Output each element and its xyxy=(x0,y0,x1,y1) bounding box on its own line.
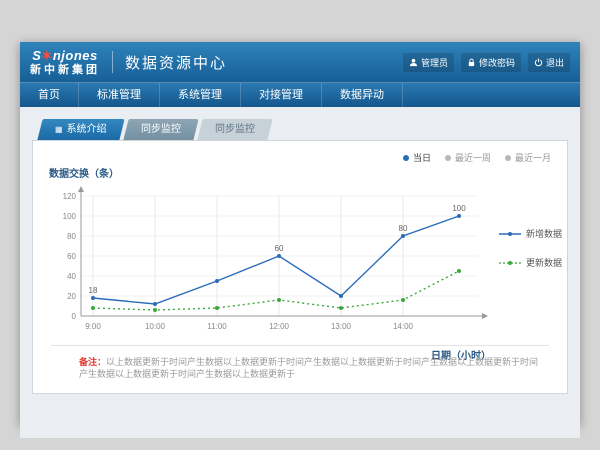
app-window: S✶njones 新中新集团 数据资源中心 管理员 修改密码 退出 首页 标准管… xyxy=(20,42,580,425)
svg-text:60: 60 xyxy=(67,252,76,261)
logo: S✶njones 新中新集团 xyxy=(30,49,100,76)
svg-text:18: 18 xyxy=(89,286,98,295)
svg-text:80: 80 xyxy=(399,224,408,233)
tab-system-intro[interactable]: ▦系统介绍 xyxy=(37,119,124,140)
series-legend: 新增数据 更新数据 xyxy=(499,227,562,362)
svg-text:0: 0 xyxy=(72,312,77,321)
line-chart: 9:00 10:00 11:00 12:00 13:00 14:00 0 20 40 60 80 10… xyxy=(47,184,493,344)
svg-text:80: 80 xyxy=(67,232,76,241)
chart-panel: 当日 最近一周 最近一月 数据交换（条） 9:00 10:00 11:00 12:00… xyxy=(32,140,568,394)
filter-last-week[interactable]: 最近一周 xyxy=(445,151,491,164)
svg-text:11:00: 11:00 xyxy=(207,322,227,331)
header: S✶njones 新中新集团 数据资源中心 管理员 修改密码 退出 xyxy=(20,42,580,82)
user-icon xyxy=(409,58,418,67)
nav-item-system-mgmt[interactable]: 系统管理 xyxy=(160,83,241,107)
last-month-dot-icon xyxy=(505,155,511,161)
main-nav: 首页 标准管理 系统管理 对接管理 数据异动 xyxy=(20,82,580,107)
svg-text:120: 120 xyxy=(63,192,77,201)
filter-today[interactable]: 当日 xyxy=(403,151,431,164)
tab-sync-monitor-2[interactable]: 同步监控 xyxy=(197,119,272,140)
admin-user-button[interactable]: 管理员 xyxy=(403,53,454,72)
footnote-label: 备注： xyxy=(79,357,106,367)
logo-wordmark: S✶njones xyxy=(30,49,100,62)
content-area: ▦系统介绍 同步监控 同步监控 当日 最近一周 最近一月 数据交换（条） 9:0… xyxy=(20,107,580,438)
admin-user-label: 管理员 xyxy=(421,56,448,69)
svg-text:13:00: 13:00 xyxy=(331,322,352,331)
header-divider xyxy=(112,51,113,73)
svg-text:100: 100 xyxy=(63,212,77,221)
page-title: 数据资源中心 xyxy=(125,52,227,73)
logout-label: 退出 xyxy=(546,56,564,69)
svg-text:9:00: 9:00 xyxy=(85,322,101,331)
svg-text:40: 40 xyxy=(67,272,76,281)
legend-new-data[interactable]: 新增数据 xyxy=(499,227,562,240)
y-axis-title: 数据交换（条） xyxy=(49,165,493,180)
last-week-dot-icon xyxy=(445,155,451,161)
footnote: 备注：以上数据更新于时间产生数据以上数据更新于时间产生数据以上数据更新于时间产生… xyxy=(51,345,549,381)
tab-sync-monitor-1[interactable]: 同步监控 xyxy=(123,119,198,140)
solid-line-icon xyxy=(499,230,521,238)
logo-star-icon: ✶ xyxy=(41,48,52,63)
nav-item-standard-mgmt[interactable]: 标准管理 xyxy=(79,83,160,107)
chart-area: 数据交换（条） 9:00 10:00 11:00 12:00 13:00 14:00 0 20… xyxy=(33,141,567,362)
svg-text:60: 60 xyxy=(275,244,284,253)
header-actions: 管理员 修改密码 退出 xyxy=(403,53,570,72)
legend-update-data[interactable]: 更新数据 xyxy=(499,256,562,269)
nav-item-connect-mgmt[interactable]: 对接管理 xyxy=(241,83,322,107)
tab-bar: ▦系统介绍 同步监控 同步监控 xyxy=(40,119,568,140)
svg-text:14:00: 14:00 xyxy=(393,322,414,331)
power-icon xyxy=(534,58,543,67)
grid-icon: ▦ xyxy=(55,125,63,134)
change-password-label: 修改密码 xyxy=(479,56,515,69)
svg-text:100: 100 xyxy=(452,204,466,213)
svg-text:10:00: 10:00 xyxy=(145,322,166,331)
lock-icon xyxy=(467,58,476,67)
svg-text:12:00: 12:00 xyxy=(269,322,290,331)
nav-item-home[interactable]: 首页 xyxy=(20,83,79,107)
today-dot-icon xyxy=(403,155,409,161)
footnote-text: 以上数据更新于时间产生数据以上数据更新于时间产生数据以上数据更新于时间产生数据以… xyxy=(79,357,538,380)
filter-last-month[interactable]: 最近一月 xyxy=(505,151,551,164)
logout-button[interactable]: 退出 xyxy=(528,53,570,72)
dotted-line-icon xyxy=(499,259,521,267)
svg-text:20: 20 xyxy=(67,292,76,301)
time-filter: 当日 最近一周 最近一月 xyxy=(403,151,551,164)
nav-item-data-change[interactable]: 数据异动 xyxy=(322,83,403,107)
change-password-button[interactable]: 修改密码 xyxy=(461,53,521,72)
logo-subtitle: 新中新集团 xyxy=(30,65,100,76)
